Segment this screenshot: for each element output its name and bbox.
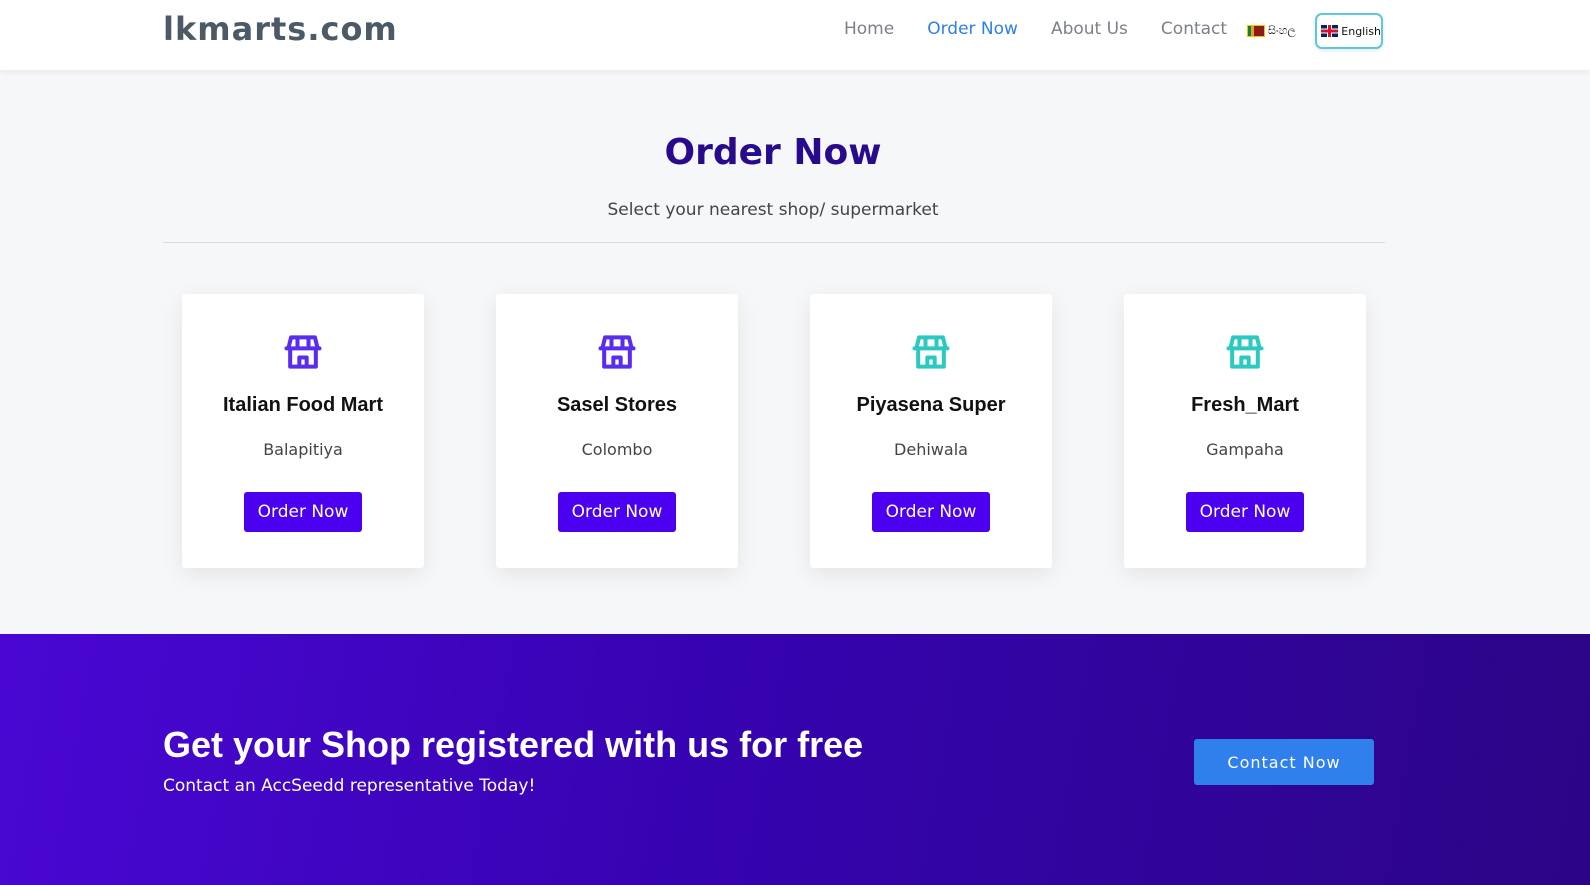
sri-lanka-flag-icon	[1247, 25, 1265, 37]
nav-contact[interactable]: Contact	[1161, 19, 1227, 39]
order-now-button[interactable]: Order Now	[1186, 492, 1304, 532]
contact-now-button[interactable]: Contact Now	[1194, 739, 1374, 785]
store-icon	[284, 335, 322, 369]
shop-city: Colombo	[581, 440, 653, 459]
page-subtitle: Select your nearest shop/ supermarket	[607, 200, 939, 220]
shop-card: Italian Food Mart Balapitiya Order Now	[182, 294, 424, 568]
shop-name: Italian Food Mart	[223, 394, 383, 416]
section-divider	[163, 242, 1385, 243]
order-now-button[interactable]: Order Now	[558, 492, 676, 532]
nav-about-us[interactable]: About Us	[1051, 19, 1128, 39]
shop-city: Balapitiya	[263, 440, 343, 459]
cta-subtitle: Contact an AccSeedd representative Today…	[163, 776, 536, 796]
store-icon-path	[912, 335, 950, 369]
nav-home[interactable]: Home	[844, 19, 894, 39]
shop-name: Fresh_Mart	[1191, 394, 1299, 416]
order-now-button[interactable]: Order Now	[244, 492, 362, 532]
top-navbar: lkmarts.com Home Order Now About Us Cont…	[0, 0, 1590, 70]
store-icon-path	[284, 335, 322, 369]
store-icon-path	[598, 335, 636, 369]
shop-city: Dehiwala	[894, 440, 968, 459]
main-nav: Home Order Now About Us Contact	[844, 19, 1260, 39]
shop-card: Piyasena Super Dehiwala Order Now	[810, 294, 1052, 568]
shop-name: Piyasena Super	[856, 394, 1006, 416]
lang-english-label: English	[1341, 24, 1381, 38]
shop-name: Sasel Stores	[556, 394, 678, 416]
store-icon	[598, 335, 636, 369]
store-icon	[912, 335, 950, 369]
shop-card: Sasel Stores Colombo Order Now	[496, 294, 738, 568]
uk-flag-icon	[1321, 25, 1339, 37]
order-now-button[interactable]: Order Now	[872, 492, 990, 532]
register-cta-banner: Get your Shop registered with us for fre…	[0, 634, 1590, 885]
store-icon-path	[1226, 335, 1264, 369]
lang-sinhala-label: සිංහල	[1268, 24, 1296, 37]
nav-order-now[interactable]: Order Now	[927, 19, 1018, 39]
page-title: Order Now	[664, 132, 882, 173]
site-logo[interactable]: lkmarts.com	[163, 10, 398, 48]
lang-sinhala-button[interactable]: සිංහල	[1247, 13, 1296, 49]
lang-english-button[interactable]: English	[1315, 13, 1383, 49]
shop-city: Gampaha	[1206, 440, 1284, 459]
store-icon	[1226, 335, 1264, 369]
shop-card: Fresh_Mart Gampaha Order Now	[1124, 294, 1366, 568]
cta-title: Get your Shop registered with us for fre…	[163, 724, 864, 765]
